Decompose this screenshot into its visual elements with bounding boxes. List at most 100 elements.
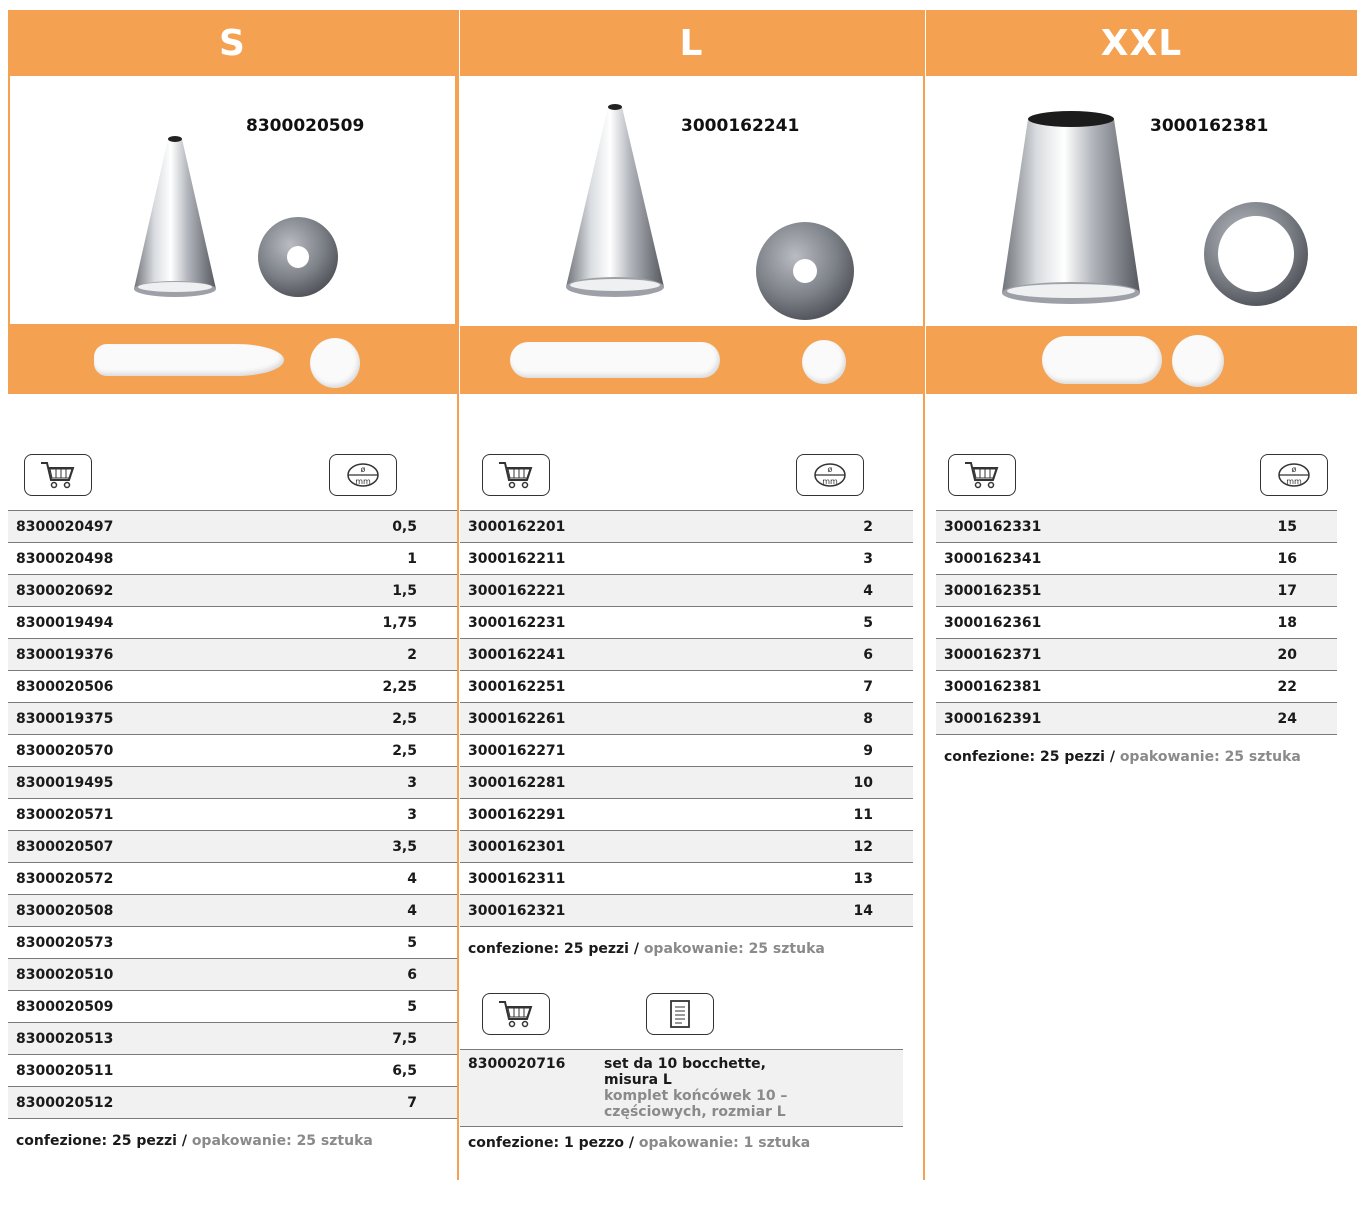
piping-sample-icon [510, 342, 720, 378]
table-row: 3000162301 12 [460, 830, 913, 863]
diameter-value: 4 [267, 862, 457, 895]
packaging-note-l: confezione: 25 pezzi / opakowanie: 25 sz… [468, 941, 825, 957]
table-row: 8300020508 4 [8, 894, 457, 927]
table-row: 3000162331 15 [936, 511, 1337, 543]
svg-text:mm: mm [822, 477, 838, 486]
diameter-value: 2,25 [267, 670, 457, 703]
size-header-l: L [460, 10, 923, 76]
diameter-value: 7,5 [267, 1022, 457, 1055]
nozzle-disc-icon [756, 222, 854, 320]
diameter-value: 2,5 [267, 734, 457, 767]
diameter-value: 4 [267, 894, 457, 927]
diameter-value: 7 [744, 670, 913, 703]
table-row: 3000162281 10 [460, 766, 913, 799]
product-code: 3000162251 [460, 670, 744, 703]
photo-code-l: 3000162241 [681, 116, 800, 136]
set-description: set da 10 bocchette, misura L komplet ko… [596, 1050, 903, 1127]
diameter-value: 9 [744, 734, 913, 767]
header-icons-s: ø mm [8, 454, 457, 506]
piping-sample-icon [1042, 336, 1162, 384]
product-code: 8300020497 [8, 511, 268, 543]
shopping-cart-icon [482, 454, 550, 496]
product-code: 3000162211 [460, 542, 744, 575]
product-code: 8300020506 [8, 670, 268, 703]
diameter-value: 5 [267, 990, 457, 1023]
product-code: 8300019375 [8, 702, 268, 735]
header-icons-xxl: ø mm [926, 454, 1357, 506]
set-icons-l [460, 993, 923, 1045]
product-code: 3000162371 [936, 638, 1188, 671]
piping-dot-icon [1172, 335, 1224, 387]
product-photo-s: 8300020509 [8, 76, 457, 326]
table-row: 8300020571 3 [8, 798, 457, 831]
piping-sample-band-l [460, 326, 923, 394]
nozzle-cone-icon [1002, 111, 1140, 304]
table-row: 3000162371 20 [936, 638, 1337, 671]
table-row: 3000162231 5 [460, 606, 913, 639]
size-header-s: S [8, 10, 457, 76]
table-row: 3000162211 3 [460, 542, 913, 575]
product-code: 8300020692 [8, 574, 268, 607]
diameter-value: 6 [744, 638, 913, 671]
product-code: 3000162201 [460, 511, 744, 543]
packaging-note-xxl: confezione: 25 pezzi / opakowanie: 25 sz… [944, 749, 1301, 765]
svg-text:mm: mm [1286, 477, 1302, 486]
diameter-value: 14 [744, 894, 913, 927]
diameter-value: 2 [744, 511, 913, 543]
table-row: 8300019375 2,5 [8, 702, 457, 735]
table-row: 3000162321 14 [460, 894, 913, 927]
piping-dot-icon [310, 338, 360, 388]
column-divider-2 [923, 10, 925, 1180]
table-row: 3000162241 6 [460, 638, 913, 671]
photo-code-s: 8300020509 [246, 116, 365, 136]
piping-sample-icon [94, 344, 284, 376]
diameter-value: 13 [744, 862, 913, 895]
product-code: 3000162331 [936, 511, 1188, 543]
svg-text:ø: ø [361, 465, 366, 474]
diameter-value: 3 [267, 798, 457, 831]
table-row: 8300020498 1 [8, 542, 457, 575]
table-row: 8300020573 5 [8, 926, 457, 959]
svg-text:mm: mm [355, 477, 371, 486]
diameter-value: 7 [267, 1086, 457, 1119]
table-row: 8300020509 5 [8, 990, 457, 1023]
diameter-value: 1 [267, 542, 457, 575]
product-code: 3000162321 [460, 894, 744, 927]
header-icons-l: ø mm [460, 454, 923, 506]
product-code: 3000162261 [460, 702, 744, 735]
diameter-value: 11 [744, 798, 913, 831]
table-row: 3000162271 9 [460, 734, 913, 767]
product-code: 3000162391 [936, 702, 1188, 735]
product-code: 8300020513 [8, 1022, 268, 1055]
diameter-value: 3,5 [267, 830, 457, 863]
table-row: 8300020512 7 [8, 1086, 457, 1119]
piping-sample-band-s [8, 326, 457, 394]
diameter-value: 0,5 [267, 511, 457, 543]
diameter-value: 12 [744, 830, 913, 863]
photo-code-xxl: 3000162381 [1150, 116, 1269, 136]
document-icon [646, 993, 714, 1035]
table-row: 8300020572 4 [8, 862, 457, 895]
product-photo-xxl: 3000162381 [926, 76, 1357, 326]
product-code: 8300020570 [8, 734, 268, 767]
diameter-value: 1,75 [267, 606, 457, 639]
column-divider-1 [457, 10, 459, 1180]
table-row: 3000162221 4 [460, 574, 913, 607]
table-row: 3000162381 22 [936, 670, 1337, 703]
table-row: 8300020507 3,5 [8, 830, 457, 863]
diameter-value: 2 [267, 638, 457, 671]
svg-text:ø: ø [1292, 465, 1297, 474]
table-row: 8300020716 set da 10 bocchette, misura L… [460, 1050, 903, 1127]
column-s: S 8300020509 ø mm 8300020497 0,5 8300020498… [8, 10, 457, 1149]
diameter-value: 17 [1187, 574, 1337, 607]
diameter-mm-icon: ø mm [796, 454, 864, 496]
table-row: 8300020510 6 [8, 958, 457, 991]
product-code: 8300020572 [8, 862, 268, 895]
nozzle-disc-icon [1204, 202, 1308, 306]
product-code: 3000162221 [460, 574, 744, 607]
product-code: 8300020512 [8, 1086, 268, 1119]
size-header-xxl: XXL [926, 10, 1357, 76]
table-row: 3000162261 8 [460, 702, 913, 735]
product-table-l: 3000162201 2 3000162211 3 3000162221 4 3000162… [460, 511, 913, 927]
diameter-value: 3 [267, 766, 457, 799]
